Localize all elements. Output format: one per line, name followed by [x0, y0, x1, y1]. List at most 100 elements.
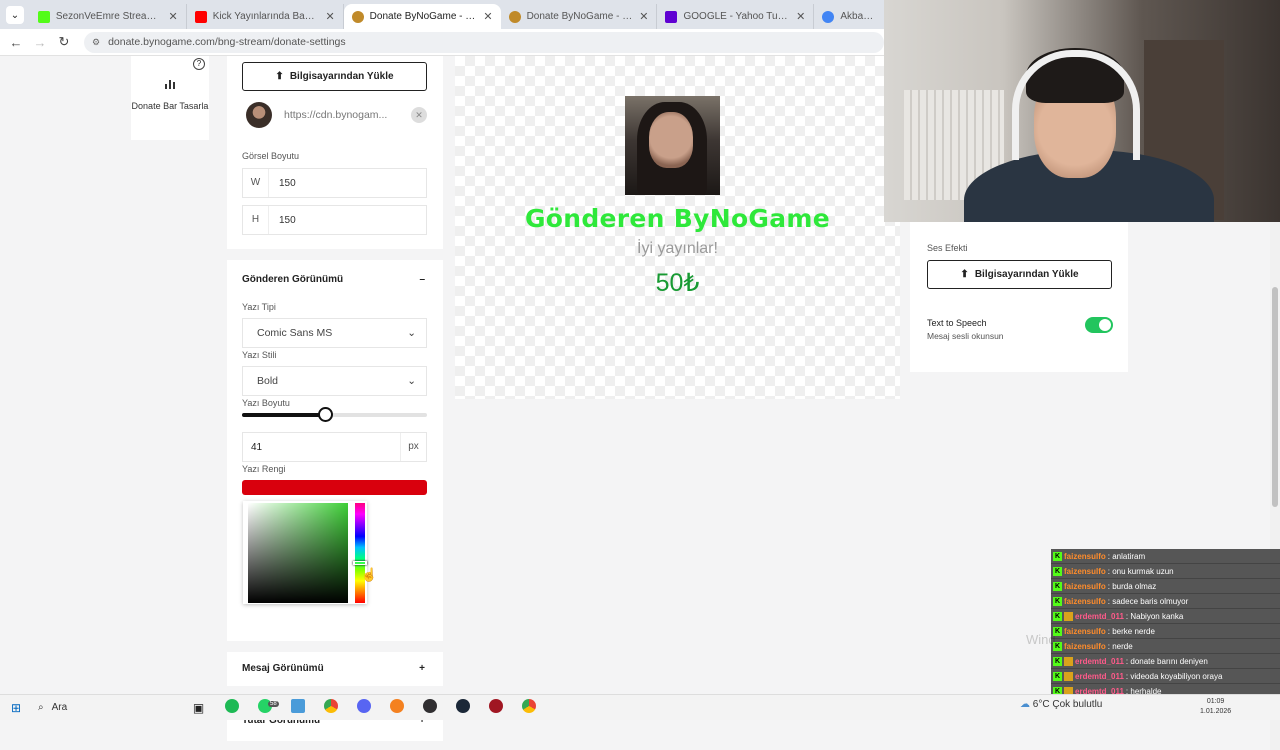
text-color-swatch[interactable] — [242, 480, 427, 495]
preview-message-text: İyi yayınlar! — [637, 240, 718, 257]
size-label: Yazı Boyutu — [242, 398, 290, 408]
tab-close-icon[interactable]: ✕ — [483, 10, 492, 23]
style-select[interactable]: Bold ⌄ — [242, 366, 427, 396]
weather-widget[interactable]: ☁ 6°C Çok bulutlu — [1020, 699, 1102, 710]
system-clock[interactable]: 01:09 1.01.2026 — [1200, 697, 1231, 717]
scrollbar-thumb[interactable] — [1272, 287, 1278, 507]
kick-badge-icon: K — [1053, 626, 1062, 636]
discord-icon[interactable] — [347, 699, 380, 716]
back-arrow-icon[interactable]: ← — [4, 35, 28, 50]
image-height-field[interactable]: H 150 — [242, 205, 427, 235]
tab-search-button[interactable]: ⌄ — [6, 6, 24, 24]
size-unit: px — [400, 433, 426, 461]
browser-tab[interactable]: GOOGLE - Yahoo Turkey Ayan ✕ — [657, 4, 815, 29]
font-select[interactable]: Comic Sans MS ⌄ — [242, 318, 427, 348]
width-prefix: W — [243, 169, 269, 197]
kick-badge-icon: K — [1053, 611, 1062, 621]
tts-sublabel: Mesaj sesli okunsun — [927, 331, 1004, 341]
kick-badge-icon: K — [1053, 641, 1062, 651]
chat-text: : onu kurmak uzun — [1107, 566, 1174, 576]
size-slider[interactable] — [242, 407, 427, 422]
clock-date: 1.01.2026 — [1200, 708, 1232, 715]
browser-tab[interactable]: Donate ByNoGame - BNG Stre ✕ — [501, 4, 658, 29]
subscriber-badge-icon — [1064, 611, 1073, 621]
youtube-favicon-icon — [194, 10, 207, 23]
file-explorer-icon[interactable] — [281, 699, 314, 716]
chat-username: faizensulfo — [1064, 551, 1106, 561]
chat-username: faizensulfo — [1064, 626, 1106, 636]
tts-label: Text to Speech — [927, 318, 987, 328]
sender-view-header[interactable]: Gönderen Görünümü – — [242, 274, 425, 285]
chat-text: : berke nerde — [1107, 626, 1155, 636]
donate-bar-nav-card[interactable]: ? Donate Bar Tasarla — [131, 56, 209, 140]
chrome-icon[interactable] — [314, 699, 347, 716]
sound-settings-card: Ses Efekti ⬆ Bilgisayarından Yükle Text … — [910, 222, 1128, 372]
game-app-icon[interactable] — [479, 699, 512, 716]
spotify-icon[interactable] — [215, 699, 248, 716]
reload-icon[interactable]: ↻ — [52, 34, 76, 50]
browser-tab[interactable]: Akbaba BEH — [814, 4, 884, 29]
site-info-icon[interactable]: ⚙ — [92, 37, 100, 48]
sound-upload-button[interactable]: ⬆ Bilgisayarından Yükle — [927, 260, 1112, 289]
chat-message: Kerdemtd_011: donate barını deniyen — [1051, 654, 1280, 669]
whatsapp-badge: 58 — [268, 701, 279, 707]
message-view-card[interactable]: Mesaj Görünümü + — [227, 652, 443, 686]
kick-badge-icon: K — [1053, 656, 1062, 666]
image-width-field[interactable]: W 150 — [242, 168, 427, 198]
chat-username: faizensulfo — [1064, 581, 1106, 591]
chat-username: faizensulfo — [1064, 566, 1106, 576]
taskbar-search[interactable]: ⌕ Ara — [32, 702, 182, 713]
tts-toggle[interactable] — [1085, 317, 1113, 333]
height-prefix: H — [243, 206, 269, 234]
chat-message: Kerdemtd_011: Nabiyon kanka — [1051, 609, 1280, 624]
hue-slider-handle[interactable] — [353, 561, 367, 565]
chat-text: : nerde — [1107, 641, 1133, 651]
tab-close-icon[interactable]: ✕ — [639, 10, 648, 23]
chevron-down-icon: ⌄ — [407, 327, 416, 339]
task-view-icon[interactable]: ▣ — [182, 701, 215, 715]
help-icon[interactable]: ? — [193, 58, 205, 70]
hue-slider[interactable] — [355, 503, 365, 603]
alert-preview: Gönderen ByNoGame İyi yayınlar! 50₺ — [455, 56, 900, 399]
collapse-icon[interactable]: – — [419, 274, 425, 285]
chat-username: erdemtd_011 — [1075, 611, 1124, 621]
tab-close-icon[interactable]: ✕ — [325, 10, 334, 23]
obs-icon[interactable] — [413, 699, 446, 716]
webcam-overlay — [884, 0, 1280, 222]
size-slider-handle[interactable] — [318, 407, 334, 422]
chat-message: Kfaizensulfo: onu kurmak uzun — [1051, 564, 1280, 579]
upload-icon: ⬆ — [960, 269, 969, 280]
forward-arrow-icon[interactable]: → — [28, 35, 52, 50]
chrome-active-icon[interactable] — [512, 699, 545, 716]
browser-tab[interactable]: Kick Yayınlarında Bağış Almanı ✕ — [187, 4, 344, 29]
cloud-app-icon[interactable] — [380, 699, 413, 716]
chat-text: : anlatiram — [1107, 551, 1146, 561]
browser-tab-active[interactable]: Donate ByNoGame - BNG Stre ✕ — [343, 4, 501, 29]
chevron-down-icon: ⌄ — [407, 375, 416, 387]
kick-badge-icon: K — [1053, 671, 1062, 681]
url-text: donate.bynogame.com/bng-stream/donate-se… — [108, 36, 346, 48]
tab-close-icon[interactable]: ✕ — [169, 10, 178, 23]
tab-close-icon[interactable]: ✕ — [796, 10, 805, 23]
windows-start-icon[interactable]: ⊞ — [0, 701, 32, 715]
url-field[interactable]: ⚙ donate.bynogame.com/bng-stream/donate-… — [84, 31, 884, 53]
steam-icon[interactable] — [446, 699, 479, 716]
address-bar: ← → ↻ ⚙ donate.bynogame.com/bng-stream/d… — [0, 29, 884, 56]
chat-message: Kfaizensulfo: anlatiram — [1051, 549, 1280, 564]
image-upload-button[interactable]: ⬆ Bilgisayarından Yükle — [242, 62, 427, 91]
preview-image-face — [649, 112, 693, 168]
browser-tab[interactable]: SezonVeEmre Stream - Watch ✕ — [30, 4, 187, 29]
kick-badge-icon: K — [1053, 581, 1062, 591]
clear-image-icon[interactable]: ✕ — [411, 107, 427, 123]
style-label: Yazı Stili — [242, 350, 277, 360]
donate-bar-label: Donate Bar Tasarla — [131, 101, 209, 111]
bar-chart-icon — [131, 78, 209, 93]
color-picker-popover — [243, 501, 367, 604]
saturation-area[interactable] — [248, 503, 348, 603]
upload-icon: ⬆ — [275, 71, 284, 82]
message-view-header[interactable]: Mesaj Görünümü + — [242, 663, 425, 674]
chat-text: : donate barını deniyen — [1125, 656, 1208, 666]
whatsapp-icon[interactable]: 58 — [248, 699, 281, 716]
expand-icon[interactable]: + — [419, 663, 425, 674]
size-number-field[interactable]: 41 px — [242, 432, 427, 462]
